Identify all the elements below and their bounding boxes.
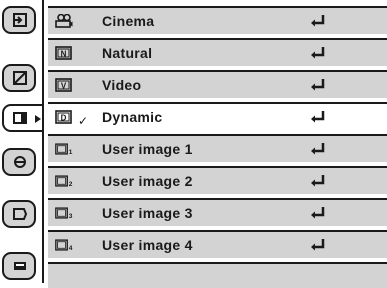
screen-icon	[14, 156, 26, 168]
menu-item-label: User image 4	[102, 237, 193, 253]
input-icon	[13, 13, 27, 27]
setting-icon	[13, 208, 28, 220]
subscript-number: 4	[69, 245, 73, 252]
enter-icon	[311, 47, 325, 59]
menu-item-dynamic[interactable]: D ✓ Dynamic	[48, 102, 387, 130]
menu-item-video[interactable]: V Video	[48, 70, 387, 98]
image-select-icon	[13, 112, 27, 124]
menu-item-cinema[interactable]: Cinema	[48, 6, 387, 34]
enter-icon	[311, 175, 325, 187]
tab-rail-divider	[42, 0, 44, 283]
menu-item-label: Natural	[102, 45, 153, 61]
menu-item-natural[interactable]: N Natural	[48, 38, 387, 66]
enter-icon	[311, 143, 325, 155]
selected-check-icon: ✓	[78, 114, 89, 128]
user-image-icon: 2	[55, 175, 73, 188]
menu-item-label: Video	[102, 77, 142, 93]
enter-icon	[311, 207, 325, 219]
menu-item-user-image-1[interactable]: 1 User image 1	[48, 134, 387, 162]
tab-image-adjust[interactable]	[2, 64, 36, 92]
user-image-icon: 4	[55, 239, 73, 252]
d-box-icon: D	[55, 110, 72, 124]
menu-item-label: User image 2	[102, 173, 193, 189]
v-box-icon: V	[55, 78, 72, 92]
menu-item-label: Cinema	[102, 13, 155, 29]
subscript-number: 2	[69, 181, 73, 188]
menu-footer-bar	[48, 262, 387, 288]
menu-item-label: Dynamic	[102, 109, 163, 125]
tab-pointer-icon	[35, 115, 41, 123]
tab-info[interactable]	[2, 252, 36, 280]
user-image-icon: 3	[55, 207, 73, 220]
info-icon	[14, 262, 26, 270]
subscript-number: 1	[69, 149, 73, 156]
menu-item-user-image-3[interactable]: 3 User image 3	[48, 198, 387, 226]
menu-item-user-image-2[interactable]: 2 User image 2	[48, 166, 387, 194]
film-camera-icon	[55, 14, 73, 28]
subscript-number: 3	[69, 213, 73, 220]
box-letter: V	[61, 82, 67, 91]
box-letter: N	[61, 50, 67, 59]
image-mode-list: Cinema N Natural V Video D ✓ Dynamic 1 U…	[48, 6, 387, 288]
enter-icon	[311, 15, 325, 27]
menu-item-label: User image 1	[102, 141, 193, 157]
n-box-icon: N	[55, 46, 72, 60]
tab-input[interactable]	[2, 6, 36, 34]
enter-icon	[311, 111, 325, 123]
tab-image-select[interactable]	[2, 104, 44, 132]
enter-icon	[311, 239, 325, 251]
user-image-icon: 1	[55, 143, 73, 156]
enter-icon	[311, 79, 325, 91]
tab-setting[interactable]	[2, 200, 36, 228]
tab-screen[interactable]	[2, 148, 36, 176]
menu-item-label: User image 3	[102, 205, 193, 221]
box-letter: D	[61, 114, 67, 123]
image-adjust-icon	[13, 71, 27, 85]
image-select-menu-screen: Cinema N Natural V Video D ✓ Dynamic 1 U…	[0, 0, 387, 288]
menu-item-user-image-4[interactable]: 4 User image 4	[48, 230, 387, 258]
